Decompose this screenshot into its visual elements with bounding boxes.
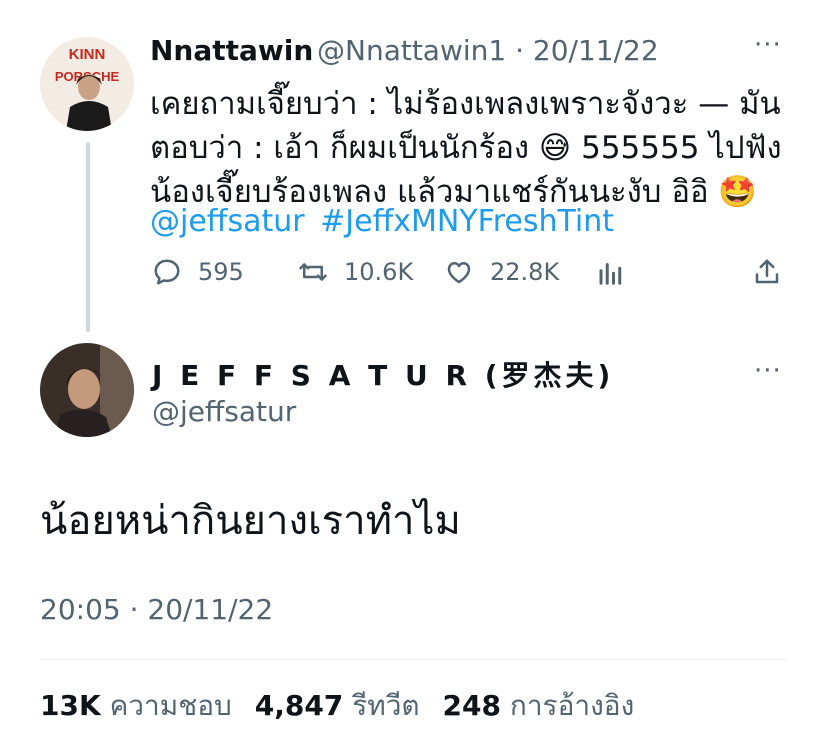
retweet-count: 10.6K	[344, 258, 414, 286]
parent-tweet-links: @jeffsatur #JeffxMNYFreshTint	[150, 200, 620, 244]
parent-avatar[interactable]: KINN PORSCHE	[40, 37, 134, 131]
quotes-label[interactable]: การอ้างอิง	[510, 689, 634, 722]
like-button[interactable]: 22.8K	[444, 257, 559, 287]
retweet-button[interactable]: 10.6K	[298, 257, 413, 287]
retweets-count[interactable]: 4,847	[255, 689, 344, 722]
reply-icon	[154, 259, 180, 285]
reply-handle[interactable]: @jeffsatur	[152, 395, 296, 428]
avatar-poster-image: KINN PORSCHE	[40, 37, 134, 131]
avatar-photo-image	[40, 343, 134, 437]
mention-link[interactable]: @jeffsatur	[150, 204, 305, 239]
retweet-icon	[299, 263, 327, 281]
parent-more-options-icon[interactable]: ···	[754, 30, 782, 60]
reply-avatar[interactable]	[40, 343, 134, 437]
heart-icon	[447, 262, 471, 284]
like-count: 22.8K	[490, 258, 560, 286]
parent-tweet-text: เคยถามเจี๊ยบว่า : ไม่ร้องเพลงเพราะจังวะ …	[150, 86, 782, 210]
likes-label[interactable]: ความชอบ	[110, 689, 232, 722]
reply-more-options-icon[interactable]: ···	[754, 356, 782, 386]
retweets-label[interactable]: รีทวีต	[352, 689, 419, 722]
reply-button[interactable]: 595	[152, 257, 244, 287]
analytics-button[interactable]	[596, 257, 642, 287]
parent-handle-date[interactable]: @Nnattawin1 · 20/11/22	[317, 34, 659, 67]
share-button[interactable]	[752, 257, 798, 287]
reply-display-name[interactable]: J E F F S A T U R (罗杰夫)	[152, 354, 614, 394]
hashtag-link[interactable]: #JeffxMNYFreshTint	[320, 204, 614, 239]
likes-count[interactable]: 13K	[40, 689, 101, 722]
parent-display-name[interactable]: Nnattawin	[150, 34, 313, 67]
divider	[40, 659, 788, 660]
quotes-count[interactable]: 248	[443, 689, 501, 722]
analytics-icon	[599, 263, 622, 285]
reply-tweet-text: น้อยหน่ากินยางเราทำไม	[40, 498, 461, 544]
share-icon	[755, 259, 779, 284]
tweet-timestamp[interactable]: 20:05 · 20/11/22	[40, 593, 273, 626]
poster-logo-text: KINN	[69, 46, 106, 63]
thread-connector-line	[86, 142, 90, 332]
reply-count: 595	[198, 258, 244, 286]
engagement-stats: 13K ความชอบ 4,847 รีทวีต 248 การอ้างอิง	[40, 684, 648, 728]
